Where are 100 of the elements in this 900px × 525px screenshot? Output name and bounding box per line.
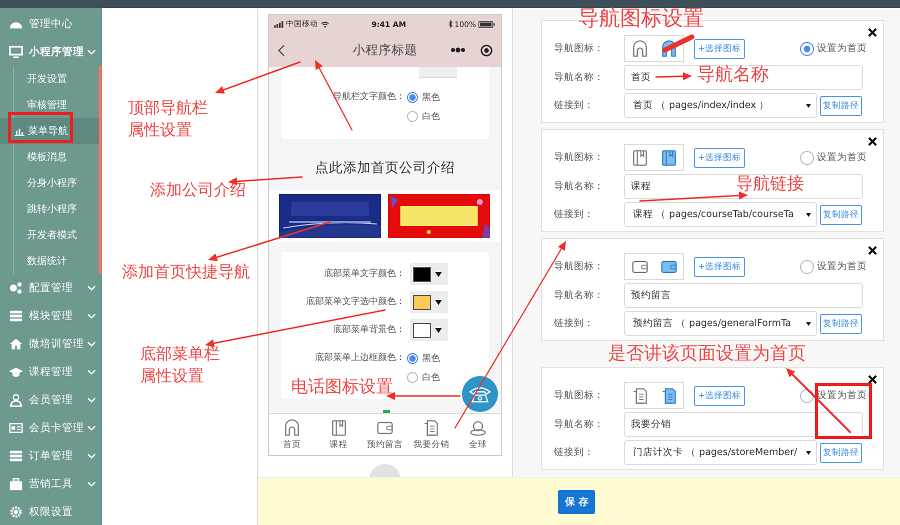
radio-option[interactable]: 白色 (407, 107, 440, 126)
highlight-frame (815, 383, 872, 439)
dropdown-icon (806, 212, 811, 216)
select-icon-button[interactable]: +选择图标 (694, 148, 746, 168)
link-select[interactable]: 首页 （ pages/index/index ） (624, 93, 817, 118)
close-icon[interactable] (868, 375, 877, 384)
radio-option[interactable]: 黑色 (407, 88, 440, 107)
back-icon[interactable] (278, 44, 285, 56)
select-icon-button[interactable]: +选择图标 (694, 386, 746, 406)
gear-icon (9, 505, 23, 519)
submenu-item[interactable]: 分身小程序 (13, 170, 99, 196)
setting-label: 底部菜单上边框颜色： (315, 353, 405, 363)
dropdown-icon (806, 104, 811, 108)
color-picker[interactable] (419, 67, 457, 78)
copy-path-button[interactable]: 复制路径 (820, 204, 862, 224)
submenu-item[interactable]: 跳转小程序 (13, 196, 99, 222)
tab-item[interactable]: 全球 (454, 414, 502, 455)
field-label: 导航图标： (554, 260, 605, 273)
submenu-item[interactable]: 数据统计 (13, 248, 99, 274)
sidebar-item[interactable]: 小程序管理 (0, 38, 102, 66)
highlight-frame (8, 112, 73, 143)
select-icon-button[interactable]: +选择图标 (694, 38, 746, 58)
color-picker[interactable] (410, 319, 448, 341)
chevron-icon (87, 425, 96, 431)
intro-placeholder[interactable]: 点此添加首页公司介绍 (269, 157, 501, 179)
signal-icon (274, 20, 284, 28)
book-icon (330, 418, 348, 436)
color-picker[interactable] (410, 263, 448, 285)
name-input[interactable]: 预约留言 (624, 283, 863, 308)
field-label: 导航图标： (554, 42, 605, 55)
sidebar-item[interactable]: 微培训管理 (0, 330, 102, 358)
page-title: 小程序标题 (352, 42, 418, 58)
chevron-icon (87, 313, 96, 319)
field-label: 导航名称： (554, 289, 605, 302)
sidebar-item[interactable]: 权限设置 (0, 498, 102, 525)
home-radio[interactable]: 设置为首页 (800, 150, 867, 164)
copy-path-button[interactable]: 复制路径 (820, 442, 862, 462)
house-icon (660, 40, 678, 58)
link-select[interactable]: 课程 （ pages/courseTab/courseTa (624, 202, 817, 227)
tab-item[interactable]: 预约留言 (362, 414, 408, 455)
close-icon[interactable] (868, 246, 877, 255)
callout-label: 电话图标设置 (291, 377, 393, 398)
submenu-item[interactable]: 模板消息 (13, 144, 99, 170)
tab-item[interactable]: 我要分销 (408, 414, 455, 455)
book-icon (660, 148, 678, 166)
home-radio[interactable]: 设置为首页 (800, 260, 867, 274)
tab-item[interactable]: 课程 (315, 414, 362, 455)
home-radio[interactable]: 设置为首页 (800, 388, 867, 402)
sidebar-item[interactable]: 订单管理 (0, 442, 102, 470)
radio-option[interactable]: 黑色 (407, 349, 440, 368)
sidebar-item[interactable]: 会员卡管理 (0, 414, 102, 442)
graduation-cap-icon (9, 365, 23, 379)
copy-path-button[interactable]: 复制路径 (820, 96, 862, 116)
save-button[interactable]: 保 存 (558, 490, 596, 514)
callout-label: 顶部导航栏属性设置 (128, 98, 209, 141)
home-radio[interactable]: 设置为首页 (800, 42, 867, 56)
battery-icon (478, 20, 496, 28)
close-icon[interactable] (868, 137, 877, 146)
phone-call-button[interactable] (462, 376, 498, 412)
stack-icon (9, 449, 23, 463)
sidebar-item[interactable]: 会员管理 (0, 386, 102, 414)
setting-label: 底部菜单文字颜色： (324, 269, 405, 279)
link-select[interactable]: 门店计次卡 （ pages/storeMember/ (624, 440, 817, 465)
copy-path-button[interactable]: 复制路径 (820, 314, 862, 334)
chevron-icon (87, 453, 96, 459)
sidebar-item[interactable]: 管理中心 (0, 10, 102, 38)
dropdown-icon (435, 272, 442, 276)
field-label: 导航名称： (554, 418, 605, 431)
field-label: 链接到： (554, 208, 595, 221)
submenu-item[interactable]: 开发者模式 (13, 222, 99, 248)
callout-label: 导航图标设置 (578, 6, 704, 32)
wifi-icon (320, 20, 330, 28)
name-input[interactable]: 我要分销 (624, 412, 863, 437)
field-label: 导航图标： (554, 389, 605, 402)
color-picker[interactable] (410, 291, 448, 313)
stack-icon (9, 309, 23, 323)
chevron-icon (87, 341, 96, 347)
document-icon (630, 386, 648, 404)
target-icon[interactable] (480, 44, 493, 56)
field-label: 链接到： (554, 317, 595, 330)
chevron-icon (87, 481, 96, 487)
tab-item[interactable]: 首页 (269, 414, 316, 455)
sidebar-item[interactable]: 模块管理 (0, 302, 102, 330)
dropdown-icon (806, 322, 811, 326)
setting-label: 底部菜单文字选中颜色： (306, 297, 405, 307)
link-select[interactable]: 预约留言 （ pages/generalFormTa (624, 311, 817, 336)
more-icon[interactable] (450, 47, 466, 53)
document-icon (422, 418, 440, 436)
sidebar-item[interactable]: 配置管理 (0, 274, 102, 302)
field-label: 导航名称： (554, 71, 605, 84)
sidebar-item[interactable]: 营销工具 (0, 470, 102, 498)
sidebar-item[interactable]: 课程管理 (0, 358, 102, 386)
submenu-item[interactable]: 开发设置 (13, 66, 99, 92)
page-indicator (383, 410, 390, 413)
select-icon-button[interactable]: +选择图标 (694, 256, 746, 276)
close-icon[interactable] (868, 28, 877, 37)
radio-option[interactable]: 白色 (407, 368, 440, 387)
setting-label: 底部菜单背景色： (333, 325, 405, 335)
callout-label: 导航链接 (736, 174, 804, 194)
callout-label: 添加公司介绍 (150, 180, 246, 201)
